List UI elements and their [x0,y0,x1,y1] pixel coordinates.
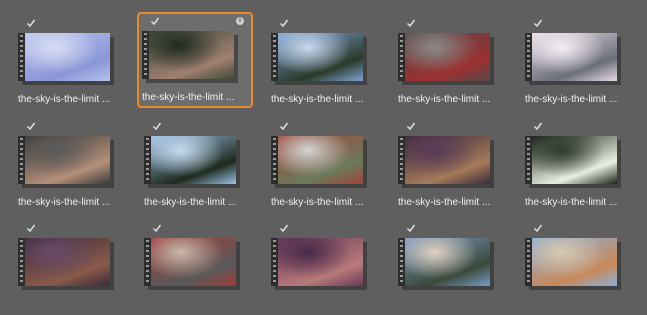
filmstrip-icon [398,33,405,81]
clip-thumbnail[interactable] [18,238,110,286]
clip-label: the-sky-is-the-limit ... [18,197,111,208]
clip-thumbnail[interactable] [398,136,490,184]
clip-thumbnail[interactable] [144,238,236,286]
clip-label: the-sky-is-the-limit ... [271,94,364,105]
clip-thumbnail[interactable] [398,238,490,286]
filmstrip-icon [18,238,25,286]
clip-thumbnail[interactable] [398,33,490,81]
checkmark-icon[interactable] [26,18,36,28]
clip-label: the-sky-is-the-limit ... [144,197,237,208]
filmstrip-icon [525,33,532,81]
clip-thumbnail[interactable] [18,136,110,184]
checkmark-icon[interactable] [533,121,543,131]
checkmark-icon[interactable] [279,223,289,233]
clip-thumbnail[interactable] [271,33,363,81]
clip-tile[interactable] [13,219,129,315]
woman-portrait-clip-thumbnail [532,238,617,286]
clip-tile[interactable]: the-sky-is-the-limit ... [13,117,129,213]
person-sky-clip-thumbnail [405,238,490,286]
clip-tile[interactable]: the-sky-is-the-limit ... [520,117,636,213]
tree-tops-clip-thumbnail [151,136,236,184]
filmstrip-icon [144,136,151,184]
checkmark-icon[interactable] [533,223,543,233]
filmstrip-icon [271,238,278,286]
clip-label: the-sky-is-the-limit ... [18,94,111,105]
clip-thumbnail[interactable] [525,238,617,286]
media-bin-grid: the-sky-is-the-limit ... i the-sky-is-the-… [0,0,647,286]
filmstrip-icon [525,238,532,286]
checkmark-icon[interactable] [533,18,543,28]
clip-thumbnail[interactable] [525,136,617,184]
mountain-clip-thumbnail [532,33,617,81]
red-bike-clip-thumbnail [151,238,236,286]
checkmark-icon[interactable] [406,18,416,28]
red-van-clip-thumbnail [278,136,363,184]
filmstrip-icon [271,33,278,81]
bike-parts-clip-thumbnail [25,238,110,286]
checkmark-icon[interactable] [26,121,36,131]
clip-thumbnail[interactable] [144,136,236,184]
checkmark-icon[interactable] [279,121,289,131]
clip-thumbnail[interactable] [271,136,363,184]
clip-label: the-sky-is-the-limit ... [525,197,618,208]
clip-thumbnail[interactable] [525,33,617,81]
clip-label: the-sky-is-the-limit ... [398,94,491,105]
sky-clip-thumbnail [25,33,110,81]
car-interior-clip-thumbnail [405,136,490,184]
checkmark-icon[interactable] [406,121,416,131]
hand-bike-clip-thumbnail [25,136,110,184]
closeup-clip-thumbnail [278,238,363,286]
filmstrip-icon [142,31,149,79]
clip-label: the-sky-is-the-limit ... [398,197,491,208]
clip-thumbnail[interactable] [142,31,234,79]
checkmark-icon[interactable] [26,223,36,233]
clip-tile[interactable]: the-sky-is-the-limit ... [266,14,382,110]
clip-thumbnail[interactable] [18,33,110,81]
clip-tile[interactable]: the-sky-is-the-limit ... [266,117,382,213]
clip-tile[interactable]: the-sky-is-the-limit ... [393,14,509,110]
sun-through-leaves-clip-thumbnail [532,136,617,184]
trees-clip-thumbnail [149,31,234,79]
checkmark-icon[interactable] [406,223,416,233]
checkmark-icon[interactable] [279,18,289,28]
clip-label: the-sky-is-the-limit ... [525,94,618,105]
clip-tile[interactable]: the-sky-is-the-limit ... [139,117,255,213]
filmstrip-icon [18,33,25,81]
car-road-clip-thumbnail [405,33,490,81]
clip-tile[interactable] [139,219,255,315]
clip-label: the-sky-is-the-limit ... [142,92,235,103]
clip-tile[interactable]: the-sky-is-the-limit ... [520,14,636,110]
clip-tile[interactable] [266,219,382,315]
forest-sky-clip-thumbnail [278,33,363,81]
filmstrip-icon [18,136,25,184]
clip-tile[interactable]: the-sky-is-the-limit ... [13,14,129,110]
filmstrip-icon [398,136,405,184]
clip-thumbnail[interactable] [271,238,363,286]
clip-tile[interactable] [393,219,509,315]
clip-tile[interactable]: i the-sky-is-the-limit ... [137,12,253,108]
filmstrip-icon [525,136,532,184]
checkmark-icon[interactable] [152,121,162,131]
checkmark-icon[interactable] [152,223,162,233]
clip-tile[interactable] [520,219,636,315]
clip-tile[interactable]: the-sky-is-the-limit ... [393,117,509,213]
filmstrip-icon [144,238,151,286]
info-icon[interactable]: i [236,17,244,25]
filmstrip-icon [271,136,278,184]
checkmark-icon[interactable] [150,16,160,26]
clip-label: the-sky-is-the-limit ... [271,197,364,208]
filmstrip-icon [398,238,405,286]
